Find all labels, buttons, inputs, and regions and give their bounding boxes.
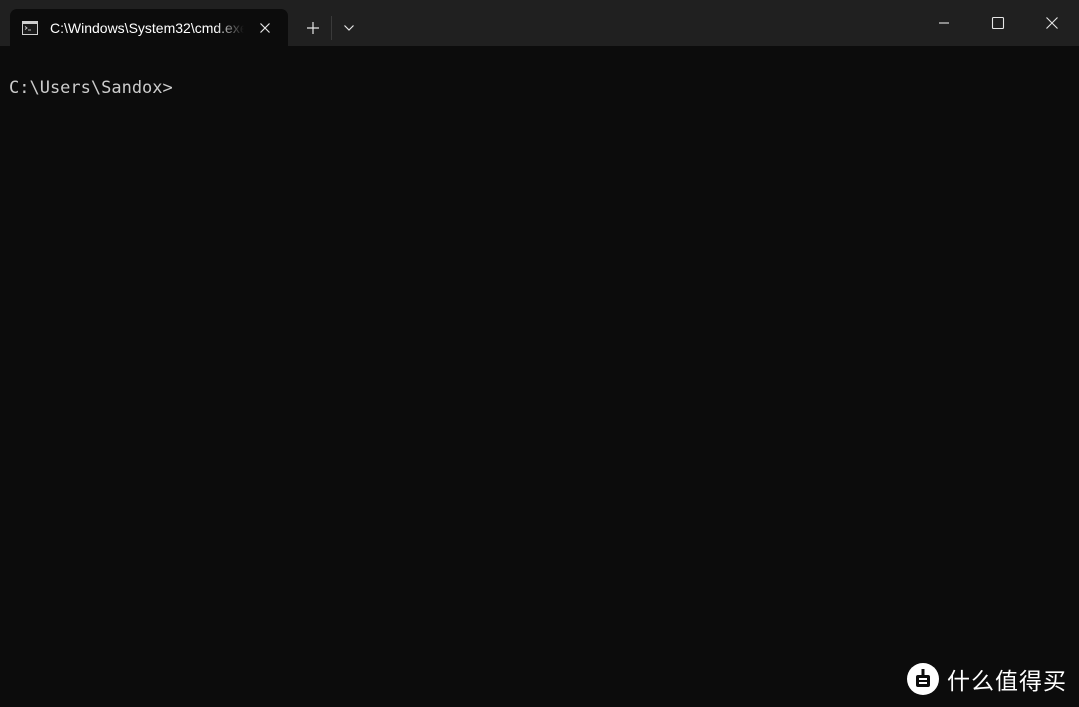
command-prompt: C:\Users\Sandox> [9, 78, 173, 98]
tab-separator [331, 16, 332, 40]
maximize-button[interactable] [971, 0, 1025, 46]
tab-cmd[interactable]: C:\Windows\System32\cmd.exe [10, 9, 288, 46]
tab-title: C:\Windows\System32\cmd.exe [50, 20, 244, 36]
tab-close-button[interactable] [254, 17, 276, 39]
chevron-down-icon [344, 25, 354, 31]
minimize-icon [939, 22, 949, 24]
smzdm-logo-icon [906, 662, 940, 696]
console-icon [22, 20, 38, 35]
plus-icon [307, 22, 319, 34]
title-bar[interactable]: C:\Windows\System32\cmd.exe [0, 0, 1079, 46]
terminal-window: C:\Windows\System32\cmd.exe C:\Users\San… [0, 0, 1079, 707]
new-tab-button[interactable] [298, 14, 328, 42]
minimize-button[interactable] [917, 0, 971, 46]
watermark: 什么值得买 [906, 660, 1067, 698]
watermark-text: 什么值得买 [947, 669, 1067, 695]
terminal-output[interactable]: C:\Users\Sandox> [0, 46, 1079, 707]
close-icon [260, 23, 270, 33]
maximize-icon [991, 16, 1005, 30]
close-window-button[interactable] [1025, 0, 1079, 46]
profile-dropdown-button[interactable] [335, 14, 363, 42]
close-icon [1046, 17, 1058, 29]
